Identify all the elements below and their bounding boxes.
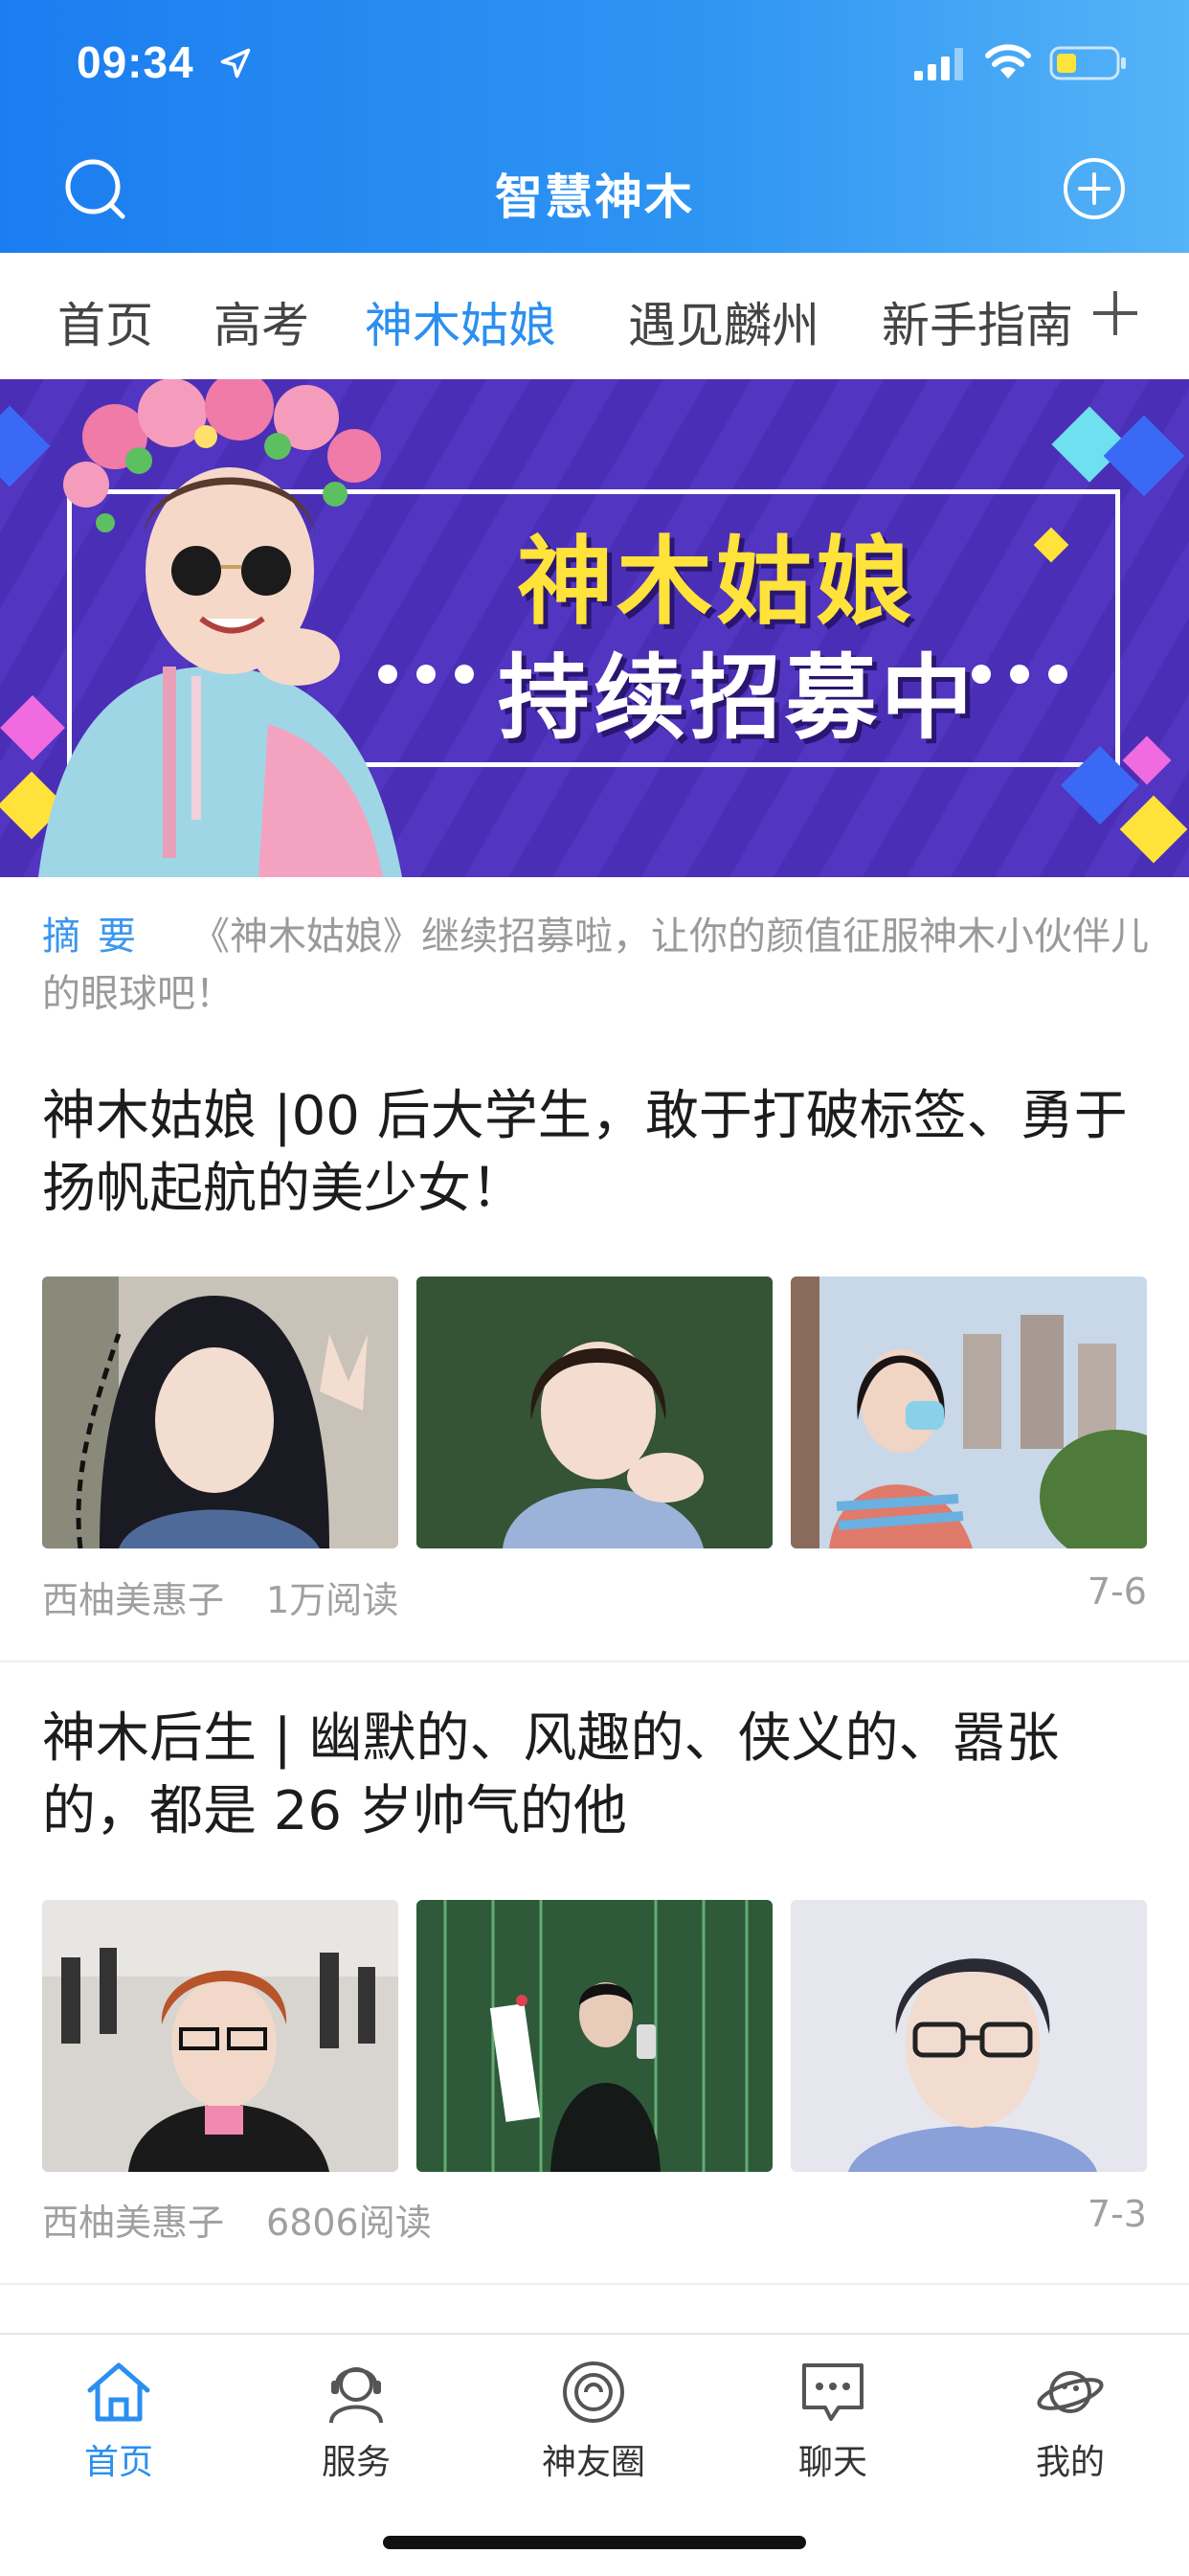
summary-text: 《神木姑娘》继续招募啦，让你的颜值征服神木小伙伴儿的眼球吧！: [42, 915, 1149, 1016]
banner-dots-left: [378, 665, 474, 684]
nav-service[interactable]: 服务: [260, 2356, 452, 2484]
article-thumbnail[interactable]: [791, 1277, 1147, 1548]
banner-dots-right: [972, 665, 1067, 684]
signal-icon: [914, 48, 963, 80]
status-time: 09:34: [77, 37, 194, 87]
article-thumbnails: [42, 1900, 1147, 2172]
recruit-banner[interactable]: 神木姑娘 持续招募中: [0, 379, 1189, 877]
article-title[interactable]: 神木姑娘 |00 后大学生，敢于打破标签、勇于扬帆起航的美少女！: [42, 1080, 1153, 1226]
nav-mine[interactable]: 我的: [975, 2356, 1166, 2484]
add-tab-icon[interactable]: [1089, 287, 1141, 339]
article-card[interactable]: 神木后生 | 幽默的、风趣的、侠义的、嚣张的，都是 26 岁帅气的他 西柚美惠子…: [0, 1703, 1189, 2277]
article-author: 西柚美惠子: [42, 2202, 225, 2244]
plus-circle-icon[interactable]: [1061, 155, 1128, 222]
article-thumbnail[interactable]: [416, 1277, 773, 1548]
article-thumbnails: [42, 1277, 1147, 1548]
tab-home[interactable]: 首页: [57, 287, 153, 356]
divider: [0, 1661, 1189, 1662]
article-meta: 西柚美惠子 1万阅读 7-6: [42, 1570, 1147, 1623]
article-thumbnail[interactable]: [42, 1277, 398, 1548]
location-arrow-icon: [220, 48, 251, 79]
article-author: 西柚美惠子: [42, 1579, 225, 1621]
article-date: 7-3: [1087, 2193, 1147, 2235]
summary: 摘要 《神木姑娘》继续招募啦，让你的颜值征服神木小伙伴儿的眼球吧！: [42, 908, 1153, 1023]
article-thumbnail[interactable]: [42, 1900, 398, 2172]
nav-label: 我的: [1035, 2443, 1105, 2482]
tab-meet-linzhou[interactable]: 遇见麟州: [628, 287, 819, 356]
app-title: 智慧神木: [495, 169, 694, 225]
nav-home[interactable]: 首页: [23, 2356, 214, 2484]
category-tabs: 首页 高考 神木姑娘 遇见麟州 新手指南: [0, 253, 1189, 380]
nav-label: 聊天: [797, 2443, 867, 2482]
article-reads: 1万阅读: [266, 1579, 399, 1621]
deco-diamond: [1119, 795, 1188, 864]
nav-chat[interactable]: 聊天: [737, 2356, 929, 2484]
circle-icon: [563, 2361, 624, 2423]
nav-label: 首页: [83, 2443, 153, 2482]
tab-gaokao[interactable]: 高考: [213, 287, 309, 356]
home-indicator[interactable]: [383, 2536, 806, 2549]
banner-title-line1: 神木姑娘: [517, 526, 915, 638]
banner-title-line2: 持续招募中: [498, 644, 976, 752]
wifi-icon: [985, 44, 1031, 79]
summary-label: 摘要: [42, 915, 153, 959]
battery-icon: [1049, 46, 1126, 80]
article-title[interactable]: 神木后生 | 幽默的、风趣的、侠义的、嚣张的，都是 26 岁帅气的他: [42, 1703, 1153, 1848]
article-meta: 西柚美惠子 6806阅读 7-3: [42, 2193, 1147, 2246]
tab-beginner-guide[interactable]: 新手指南: [882, 287, 1073, 356]
tab-shenmu-girl[interactable]: 神木姑娘: [365, 287, 556, 356]
article-reads: 6806阅读: [266, 2202, 432, 2244]
nav-circle[interactable]: 神友圈: [498, 2356, 689, 2484]
service-icon: [329, 2367, 383, 2424]
nav-label: 神友圈: [541, 2443, 645, 2482]
divider: [0, 2283, 1189, 2285]
chat-icon: [802, 2363, 864, 2421]
deco-diamond: [1103, 415, 1185, 497]
article-date: 7-6: [1087, 1570, 1147, 1613]
home-icon: [87, 2362, 150, 2422]
article-thumbnail[interactable]: [791, 1900, 1147, 2172]
planet-icon: [1037, 2371, 1104, 2413]
header-bar: 09:34 智慧神木: [0, 0, 1189, 253]
nav-label: 服务: [321, 2443, 391, 2482]
banner-girl-image: [38, 379, 402, 877]
article-card[interactable]: 神木姑娘 |00 后大学生，敢于打破标签、勇于扬帆起航的美少女！ 西柚美惠子 1…: [0, 1080, 1189, 1655]
article-thumbnail[interactable]: [416, 1900, 773, 2172]
